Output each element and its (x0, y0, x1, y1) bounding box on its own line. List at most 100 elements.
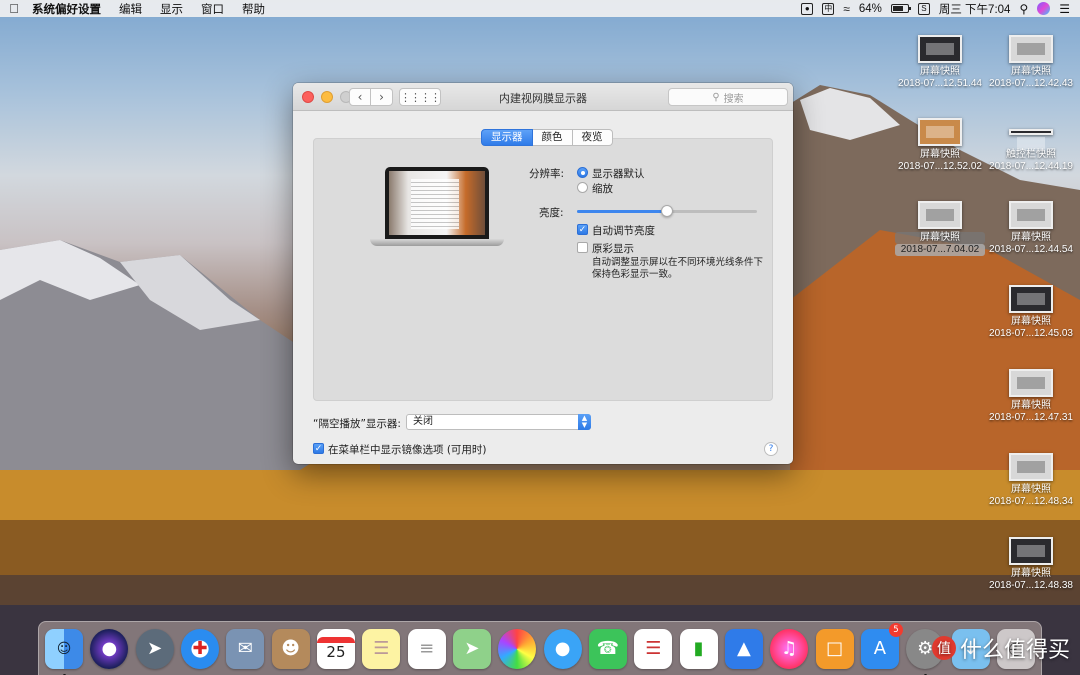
brightness-slider[interactable] (577, 205, 757, 217)
photos-icon[interactable] (498, 628, 537, 669)
help-button[interactable]: ? (764, 442, 778, 456)
microphone-icon[interactable]: ● (801, 2, 814, 15)
screenshot-thumbnail-icon (1009, 537, 1053, 565)
battery-icon[interactable] (890, 4, 911, 13)
true-tone-label[interactable]: 原彩显示 (592, 241, 634, 256)
airplay-display-label: “隔空播放”显示器: (313, 418, 401, 430)
app-store-badge: 5 (888, 622, 903, 637)
messages-icon[interactable]: ● (543, 628, 582, 669)
calendar-icon[interactable]: 25 (316, 628, 355, 669)
numbers-icon[interactable]: ▮ (679, 628, 718, 669)
tab-bar: 显示器 颜色 夜览 (481, 129, 613, 146)
desktop-file-screenshot-selected[interactable]: 屏幕快照 2018-07...7.04.02 (895, 201, 985, 256)
menubar-clock[interactable]: 周三 下午7:04 (939, 1, 1011, 17)
desktop-file-screenshot[interactable]: 屏幕快照 2018-07...12.42.43 (986, 35, 1076, 90)
airplay-display-value: 关闭 (413, 416, 433, 427)
desktop-file-date: 2018-07...12.47.31 (989, 412, 1073, 423)
facetime-icon[interactable]: ☎ (588, 628, 627, 669)
desktop-file-date: 2018-07...12.52.02 (898, 161, 982, 172)
desktop-file-name: 屏幕快照 (920, 149, 960, 160)
resolution-scaled-radio[interactable] (577, 182, 588, 193)
tab-display[interactable]: 显示器 (481, 129, 533, 146)
resolution-label: 分辨率: (529, 168, 565, 180)
mirroring-options-checkbox[interactable]: ✓ (313, 443, 324, 454)
app-store-icon[interactable]: A5 (860, 622, 903, 669)
touchbar-thumbnail-icon (1009, 129, 1053, 149)
watermark-logo: 值 (931, 636, 956, 660)
resolution-default-label[interactable]: 显示器默认 (592, 166, 645, 181)
desktop-file-screenshot[interactable]: 屏幕快照 2018-07...12.48.34 (986, 453, 1076, 508)
finder-icon[interactable]: ☺ (45, 628, 83, 675)
dock: ☺ ● ➤ ✚ ✉ ☻ 25 ☰ ≡ ➤ ● ☎ ☰ ▮ ▲ ♫ □ A5 ⚙ … (38, 621, 1042, 675)
screenshot-thumbnail-icon (1009, 35, 1053, 63)
desktop-file-screenshot[interactable]: 屏幕快照 2018-07...12.51.44 (895, 35, 985, 90)
screenshot-thumbnail-icon (1009, 201, 1053, 229)
siri-icon[interactable] (1037, 2, 1051, 15)
itunes-icon[interactable]: ♫ (770, 628, 809, 669)
select-arrows-icon: ▲ ▼ (578, 414, 591, 430)
mail-icon[interactable]: ✉ (226, 628, 265, 669)
brightness-slider-knob[interactable] (661, 205, 673, 217)
auto-brightness-checkbox[interactable]: ✓ (577, 224, 588, 235)
desktop-file-name: 屏幕快照 (1011, 568, 1051, 579)
battery-percent: 64% (858, 2, 882, 15)
wifi-icon[interactable]: ≈ (843, 2, 850, 16)
brightness-label: 亮度: (539, 207, 564, 219)
search-placeholder: 搜索 (723, 93, 744, 105)
ibooks-icon[interactable]: □ (815, 628, 854, 669)
desktop-file-name: 屏幕快照 (1011, 66, 1051, 77)
mirroring-options-label[interactable]: 在菜单栏中显示镜像选项 (可用时) (328, 442, 487, 457)
desktop-file-name: 屏幕快照 (1011, 484, 1051, 495)
desktop-file-name: 触控栏快照 (1006, 149, 1056, 160)
screenshot-thumbnail-icon (918, 118, 962, 146)
notification-center-icon[interactable]: ☰ (1059, 2, 1070, 16)
menu-app-name[interactable]: 系统偏好设置 (28, 1, 110, 17)
desktop-file-screenshot[interactable]: 屏幕快照 2018-07...12.45.03 (986, 285, 1076, 340)
desktop-file-date: 2018-07...12.48.38 (989, 580, 1073, 591)
menu-edit[interactable]: 编辑 (110, 1, 151, 17)
display-preferences-window: ‹ › ⋮⋮⋮⋮ 内建视网膜显示器 ⚲ 搜索 显示器 颜色 夜览 分辨率: 显示… (293, 83, 793, 464)
screenshot-thumbnail-icon (1009, 453, 1053, 481)
desktop-file-date: 2018-07...7.04.02 (895, 244, 985, 256)
desktop-file-date: 2018-07...12.44.54 (989, 244, 1073, 255)
menu-view[interactable]: 显示 (151, 1, 192, 17)
desktop-file-date: 2018-07...12.48.34 (989, 496, 1073, 507)
menu-help[interactable]: 帮助 (233, 1, 274, 17)
sync-app-icon[interactable]: S (917, 2, 930, 15)
apple-menu-icon[interactable]:  (0, 1, 28, 16)
calendar-day: 25 (326, 642, 346, 661)
resolution-default-radio[interactable] (577, 167, 588, 178)
desktop-file-screenshot[interactable]: 屏幕快照 2018-07...12.44.54 (986, 201, 1076, 256)
window-titlebar[interactable]: ‹ › ⋮⋮⋮⋮ 内建视网膜显示器 ⚲ 搜索 (293, 83, 793, 111)
maps-icon[interactable]: ➤ (452, 628, 491, 669)
menu-window[interactable]: 窗口 (192, 1, 233, 17)
siri-icon[interactable]: ● (90, 628, 129, 669)
news-icon[interactable]: ☰ (634, 628, 673, 669)
spotlight-search-icon[interactable]: ⚲ (1019, 2, 1028, 16)
reminders-icon[interactable]: ≡ (407, 628, 446, 669)
airplay-display-select[interactable]: 关闭 ▲ ▼ (406, 414, 591, 430)
launchpad-icon[interactable]: ➤ (135, 628, 174, 669)
contacts-icon[interactable]: ☻ (271, 628, 310, 669)
tab-night-shift[interactable]: 夜览 (572, 129, 613, 146)
desktop-file-screenshot[interactable]: 屏幕快照 2018-07...12.47.31 (986, 369, 1076, 424)
auto-brightness-label[interactable]: 自动调节亮度 (592, 223, 655, 238)
input-method-icon[interactable]: 中 (822, 2, 835, 15)
notes-icon[interactable]: ☰ (362, 628, 401, 669)
tab-color[interactable]: 颜色 (532, 129, 573, 146)
keynote-icon[interactable]: ▲ (724, 628, 763, 669)
search-field[interactable]: ⚲ 搜索 (668, 88, 788, 106)
watermark: 值 什么值得买 (931, 632, 1070, 664)
desktop-file-screenshot[interactable]: 屏幕快照 2018-07...12.52.02 (895, 118, 985, 173)
desktop-file-date: 2018-07...12.45.03 (989, 328, 1073, 339)
true-tone-description: 自动调整显示屏以在不同环境光线条件下保持色彩显示一致。 (592, 257, 764, 280)
desktop-file-name: 屏幕快照 (1011, 400, 1051, 411)
desktop-file-screenshot[interactable]: 屏幕快照 2018-07...12.48.38 (986, 537, 1076, 592)
safari-icon[interactable]: ✚ (180, 628, 219, 669)
screenshot-thumbnail-icon (1009, 285, 1053, 313)
desktop-file-name: 屏幕快照 (895, 232, 985, 244)
true-tone-checkbox[interactable] (577, 242, 588, 253)
desktop-file-name: 屏幕快照 (920, 66, 960, 77)
desktop-file-touchbar-snapshot[interactable]: 触控栏快照 2018-07...12.44.19 (986, 118, 1076, 173)
resolution-scaled-label[interactable]: 缩放 (592, 181, 613, 196)
